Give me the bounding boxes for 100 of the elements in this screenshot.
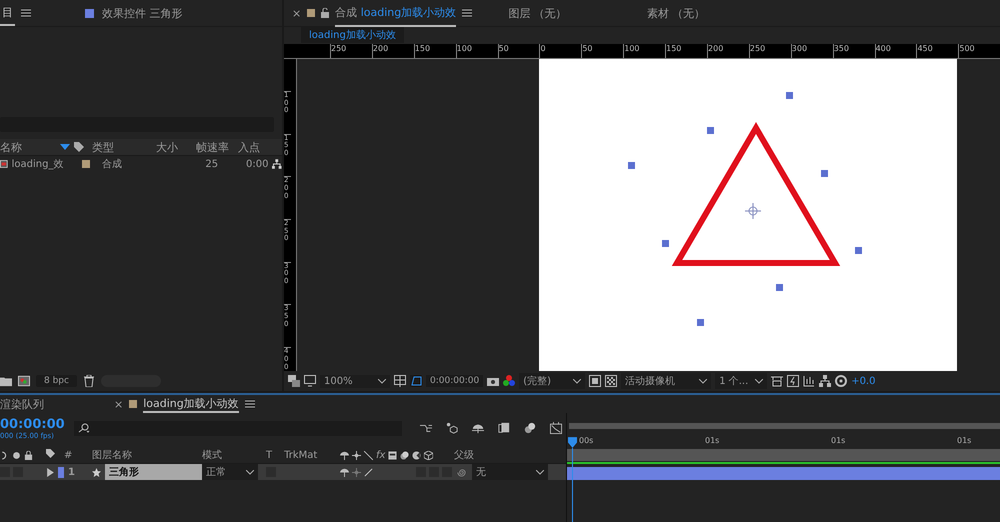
caret-icon bbox=[755, 378, 764, 384]
panel-tab[interactable]: loading加载小动效 bbox=[143, 396, 239, 412]
shy-icon[interactable] bbox=[340, 468, 349, 476]
item-in-point: 0:00 bbox=[246, 158, 268, 170]
flowchart-icon[interactable] bbox=[819, 375, 832, 387]
composition-icon[interactable] bbox=[18, 374, 30, 386]
path-vertex-handle[interactable] bbox=[628, 162, 635, 169]
breadcrumb-tab[interactable]: loading加载小动效 bbox=[301, 26, 404, 42]
column-header[interactable]: 名称 bbox=[0, 140, 60, 154]
region-icon[interactable] bbox=[589, 375, 602, 387]
layer-color-swatch[interactable] bbox=[58, 466, 64, 478]
audio-icon[interactable] bbox=[0, 450, 9, 460]
channel-icon[interactable] bbox=[503, 375, 516, 387]
zoom-dropdown[interactable]: 100% bbox=[320, 374, 390, 388]
monitor-icon[interactable] bbox=[304, 375, 316, 387]
menu-icon[interactable] bbox=[244, 400, 255, 408]
path-vertex-handle[interactable] bbox=[707, 127, 714, 134]
label-color-icon bbox=[129, 400, 138, 408]
timeline-icon[interactable] bbox=[803, 375, 816, 387]
cube-icon bbox=[424, 450, 434, 460]
frame-blending-icon[interactable] bbox=[498, 422, 510, 434]
time-ruler-label: 01s bbox=[705, 436, 720, 445]
menu-icon[interactable] bbox=[462, 9, 472, 17]
path-vertex-handle[interactable] bbox=[776, 284, 783, 291]
item-name[interactable]: loading_效 bbox=[12, 157, 78, 171]
checkerboard-icon[interactable] bbox=[605, 375, 618, 387]
column-header[interactable]: 大小 bbox=[156, 140, 196, 154]
camera-icon[interactable] bbox=[487, 375, 500, 387]
lock-icon[interactable] bbox=[321, 8, 330, 18]
item-type: 合成 bbox=[102, 158, 124, 171]
column-header: 模式 bbox=[202, 448, 223, 462]
caret-icon bbox=[378, 378, 386, 384]
path-vertex-handle[interactable] bbox=[821, 170, 828, 177]
camera-dropdown[interactable]: 活动摄像机 bbox=[621, 373, 712, 389]
exposure-reset-icon[interactable] bbox=[835, 375, 848, 387]
panel-tab[interactable]: 效果控件 三角形 bbox=[100, 2, 184, 24]
search-field[interactable] bbox=[74, 420, 402, 436]
parent-dropdown[interactable]: 无 bbox=[472, 464, 548, 480]
viewer-tab[interactable]: 图层 （无） bbox=[508, 6, 567, 20]
timecode-field[interactable]: 0:00:00:00 bbox=[426, 375, 484, 387]
path-vertex-handle[interactable] bbox=[697, 319, 704, 326]
playhead-handle-icon[interactable] bbox=[568, 437, 577, 448]
caret-icon bbox=[573, 378, 582, 384]
resolution-dropdown[interactable]: (完整) bbox=[519, 373, 586, 389]
layer-row[interactable]: 1 三角形 正常 无 bbox=[0, 464, 566, 480]
column-header[interactable]: 入点 bbox=[238, 140, 260, 154]
close-icon[interactable]: × bbox=[292, 6, 302, 20]
trash-icon[interactable] bbox=[82, 374, 95, 386]
column-header[interactable]: 类型 bbox=[92, 140, 156, 154]
collapse-icon bbox=[352, 450, 361, 460]
caret-icon bbox=[246, 470, 254, 474]
folder-icon[interactable] bbox=[0, 374, 12, 386]
close-icon[interactable]: × bbox=[114, 398, 124, 410]
anchor-point-icon[interactable] bbox=[744, 202, 762, 220]
effects-label: fx bbox=[376, 450, 386, 460]
star-icon bbox=[92, 468, 101, 476]
views-dropdown[interactable]: 1 个... bbox=[715, 373, 768, 389]
collapse-icon[interactable] bbox=[352, 468, 361, 476]
ruler-label: 400 bbox=[874, 44, 916, 58]
column-header[interactable]: 帧速率 bbox=[196, 140, 238, 154]
path-vertex-handle[interactable] bbox=[786, 92, 793, 99]
path-vertex-handle[interactable] bbox=[662, 240, 669, 247]
tag-icon bbox=[46, 449, 55, 458]
ruler-label: 50 bbox=[498, 44, 540, 58]
expand-arrow-icon[interactable] bbox=[46, 468, 55, 476]
path-vertex-handle[interactable] bbox=[855, 247, 862, 254]
preview-icon[interactable] bbox=[288, 375, 300, 387]
fast-preview-icon[interactable] bbox=[787, 375, 800, 387]
solo-icon[interactable] bbox=[12, 450, 21, 460]
layer-name-field[interactable]: 三角形 bbox=[105, 464, 202, 480]
composition-flowchart-icon[interactable] bbox=[420, 422, 432, 434]
shy-icon bbox=[340, 450, 349, 460]
column-header: T bbox=[266, 450, 272, 460]
shy-layers-icon[interactable] bbox=[472, 422, 484, 434]
ruler-label: 450 bbox=[916, 44, 958, 58]
mask-icon[interactable] bbox=[410, 375, 422, 387]
graph-editor-icon[interactable] bbox=[550, 422, 562, 434]
flowchart-icon[interactable] bbox=[272, 159, 282, 169]
pick-whip-icon[interactable] bbox=[457, 468, 466, 476]
label-color-icon bbox=[85, 8, 94, 18]
item-frame-rate: 25 bbox=[205, 158, 220, 170]
toggle-pixel-icon[interactable] bbox=[771, 375, 784, 387]
mode-dropdown[interactable]: 正常 bbox=[202, 464, 258, 480]
bit-depth-button[interactable]: 8 bpc bbox=[36, 374, 77, 386]
sort-arrow-icon bbox=[60, 144, 70, 150]
menu-icon[interactable] bbox=[21, 9, 31, 17]
panel-tab[interactable]: 渲染队列 bbox=[0, 396, 44, 412]
time-ruler-label: 00s bbox=[579, 436, 594, 445]
viewer-tab[interactable]: 素材 （无） bbox=[646, 6, 706, 20]
layer-number: 1 bbox=[67, 466, 76, 478]
grid-icon[interactable] bbox=[394, 375, 406, 387]
caret-icon bbox=[536, 470, 544, 474]
caret-icon bbox=[699, 378, 708, 384]
lock-icon[interactable] bbox=[24, 450, 33, 460]
motion-blur-icon[interactable] bbox=[524, 422, 536, 434]
triangle-shape[interactable] bbox=[672, 122, 840, 266]
column-header: TrkMat bbox=[284, 450, 318, 460]
exposure-value[interactable]: +0.0 bbox=[851, 376, 876, 386]
draft-3d-icon[interactable] bbox=[446, 422, 458, 434]
panel-tab[interactable]: 目 bbox=[0, 0, 15, 26]
